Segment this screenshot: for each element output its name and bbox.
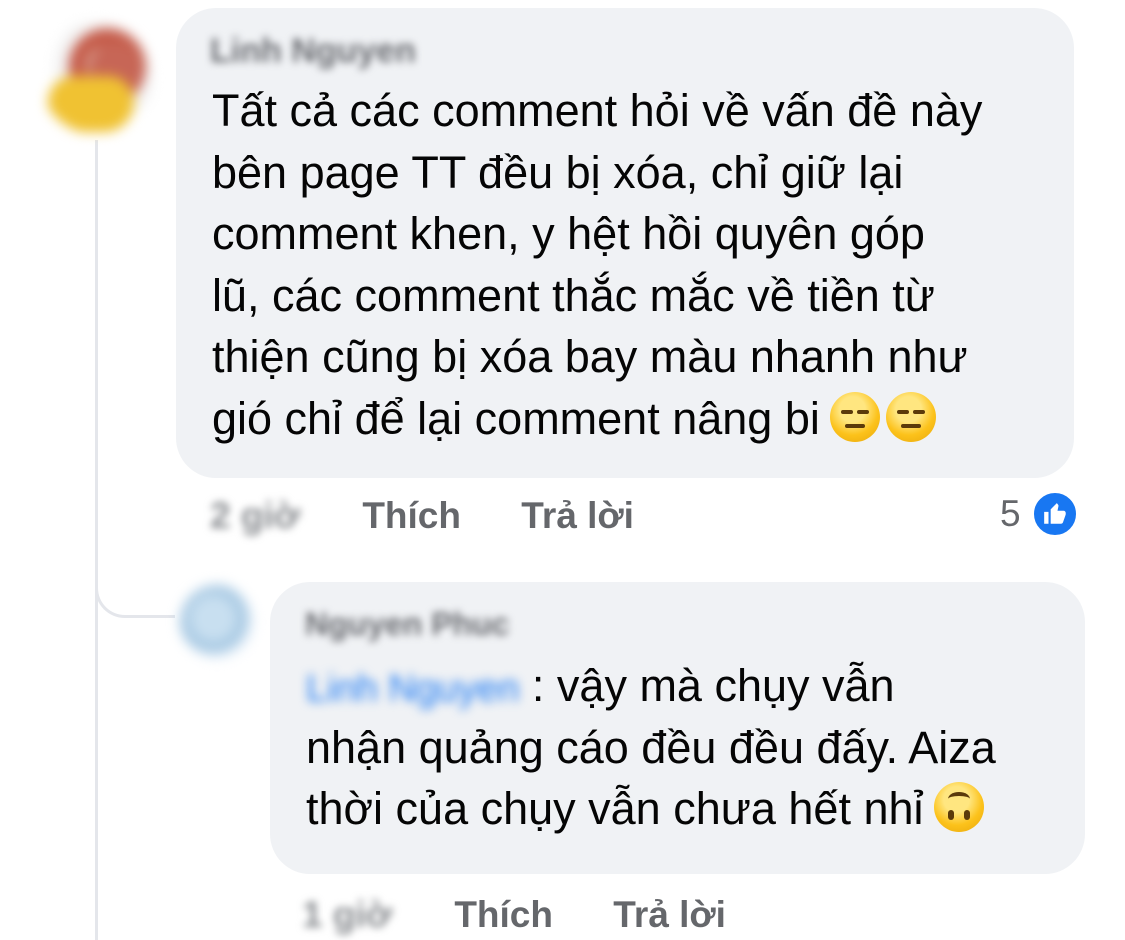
reply-button[interactable]: Trả lời [521, 495, 634, 537]
comment-line-text: : vậy mà chụy vẫn [531, 660, 895, 711]
comment-line: Linh Nguyen : vậy mà chụy vẫn [306, 655, 996, 717]
upside-down-face-icon [933, 782, 984, 832]
comment-timestamp[interactable]: 2 giờ [210, 495, 300, 537]
comment-line-text: gió chỉ để lại comment nâng bi [212, 392, 820, 444]
avatar[interactable] [40, 22, 152, 134]
comment-line: nhận quảng cáo đều đều đấy. Aiza [306, 721, 996, 773]
comment-author[interactable]: Nguyen Phuc [305, 606, 509, 643]
thumbs-up-icon [1043, 503, 1066, 524]
comment-line: lũ, các comment thắc mắc về tiền từ [212, 269, 935, 321]
comment-timestamp[interactable]: 1 giờ [302, 894, 392, 936]
thread-line [95, 140, 98, 940]
like-button[interactable]: Thích [362, 495, 461, 537]
expressionless-face-icon [885, 391, 936, 442]
comment-actions: 1 giờ Thích Trả lời [302, 894, 776, 936]
comment-text: Tất cả các comment hỏi về vấn đề này bên… [212, 80, 982, 449]
expressionless-face-icon [829, 391, 880, 442]
like-icon [1030, 490, 1079, 538]
comment-text: Linh Nguyen : vậy mà chụy vẫn nhận quảng… [306, 655, 996, 840]
comment-actions: 2 giờ Thích Trả lời [210, 495, 684, 537]
reaction-summary[interactable]: 5 [1000, 490, 1079, 538]
comment-line-last: gió chỉ để lại comment nâng bi [212, 388, 982, 450]
avatar[interactable] [180, 585, 254, 659]
comment-line: comment khen, y hệt hồi quyên góp [212, 208, 925, 259]
comment-line-last: thời của chụy vẫn chưa hết nhỉ [306, 778, 996, 840]
comment-line: Tất cả các comment hỏi về vấn đề này [212, 85, 983, 136]
avatar-hat [48, 76, 134, 132]
comment-line: bên page TT đều bị xóa, chỉ giữ lại [212, 146, 904, 198]
comment-author[interactable]: Linh Nguyen [210, 32, 416, 71]
reply-connector [95, 560, 175, 618]
mention-link[interactable]: Linh Nguyen [306, 659, 519, 721]
comment-line: thiện cũng bị xóa bay màu nhanh như [212, 331, 968, 382]
comment-line-text: thời của chụy vẫn chưa hết nhỉ [306, 783, 924, 834]
reaction-count: 5 [1000, 493, 1021, 534]
reply-button[interactable]: Trả lời [613, 894, 726, 936]
like-button[interactable]: Thích [454, 894, 553, 936]
